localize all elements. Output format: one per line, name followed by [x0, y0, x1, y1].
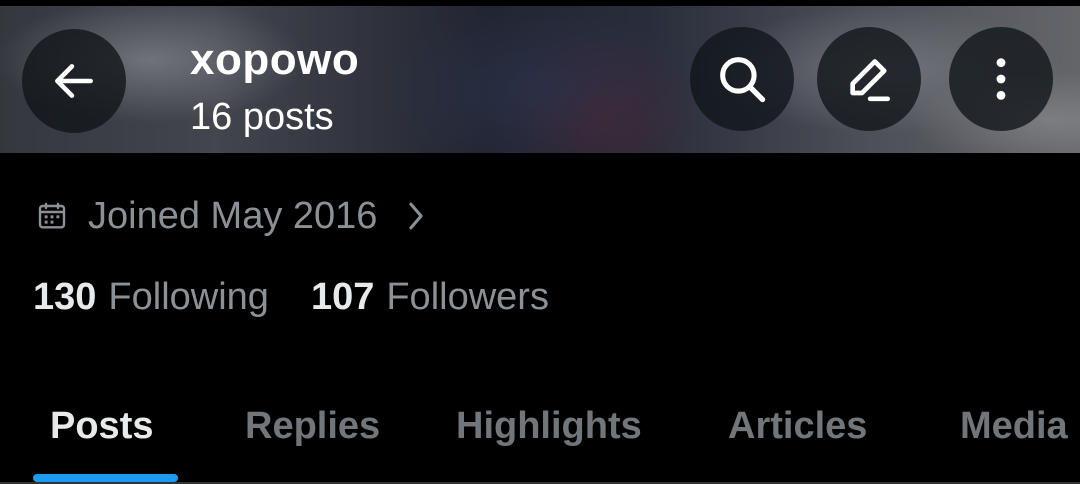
profile-name: xopowo [190, 35, 360, 84]
tab-highlights[interactable]: Highlights [456, 398, 642, 454]
arrow-left-icon [55, 64, 93, 98]
more-vertical-icon [996, 58, 1006, 100]
following-link[interactable]: 130 Following [33, 276, 269, 319]
followers-link[interactable]: 107 Followers [311, 276, 549, 319]
chevron-right-icon [405, 199, 427, 233]
profile-title-block: xopowo 16 posts [190, 35, 359, 140]
back-button[interactable] [22, 29, 126, 133]
follow-stats: 130 Following 107 Followers [33, 276, 549, 328]
tab-articles[interactable]: Articles [728, 398, 867, 454]
search-button[interactable] [690, 27, 794, 131]
following-label: Following [108, 276, 269, 318]
following-count: 130 [33, 276, 97, 318]
calendar-icon [38, 202, 66, 229]
followers-label: Followers [386, 276, 549, 318]
tab-replies[interactable]: Replies [245, 398, 380, 454]
status-strip [0, 0, 1080, 6]
joined-date-row[interactable]: Joined May 2016 [36, 190, 427, 242]
compose-button[interactable] [817, 27, 921, 131]
profile-tabs: Posts Replies Highlights Articles Media [0, 398, 1080, 458]
search-icon [720, 57, 766, 103]
joined-date-text: Joined May 2016 [88, 194, 378, 237]
tab-media[interactable]: Media [960, 398, 1068, 454]
profile-banner: xopowo 16 posts [0, 0, 1080, 153]
followers-count: 107 [310, 276, 375, 318]
active-tab-indicator [33, 474, 178, 482]
tab-posts[interactable]: Posts [50, 398, 153, 454]
edit-icon [850, 59, 890, 102]
more-button[interactable] [949, 27, 1053, 131]
post-count: 16 posts [190, 96, 334, 138]
